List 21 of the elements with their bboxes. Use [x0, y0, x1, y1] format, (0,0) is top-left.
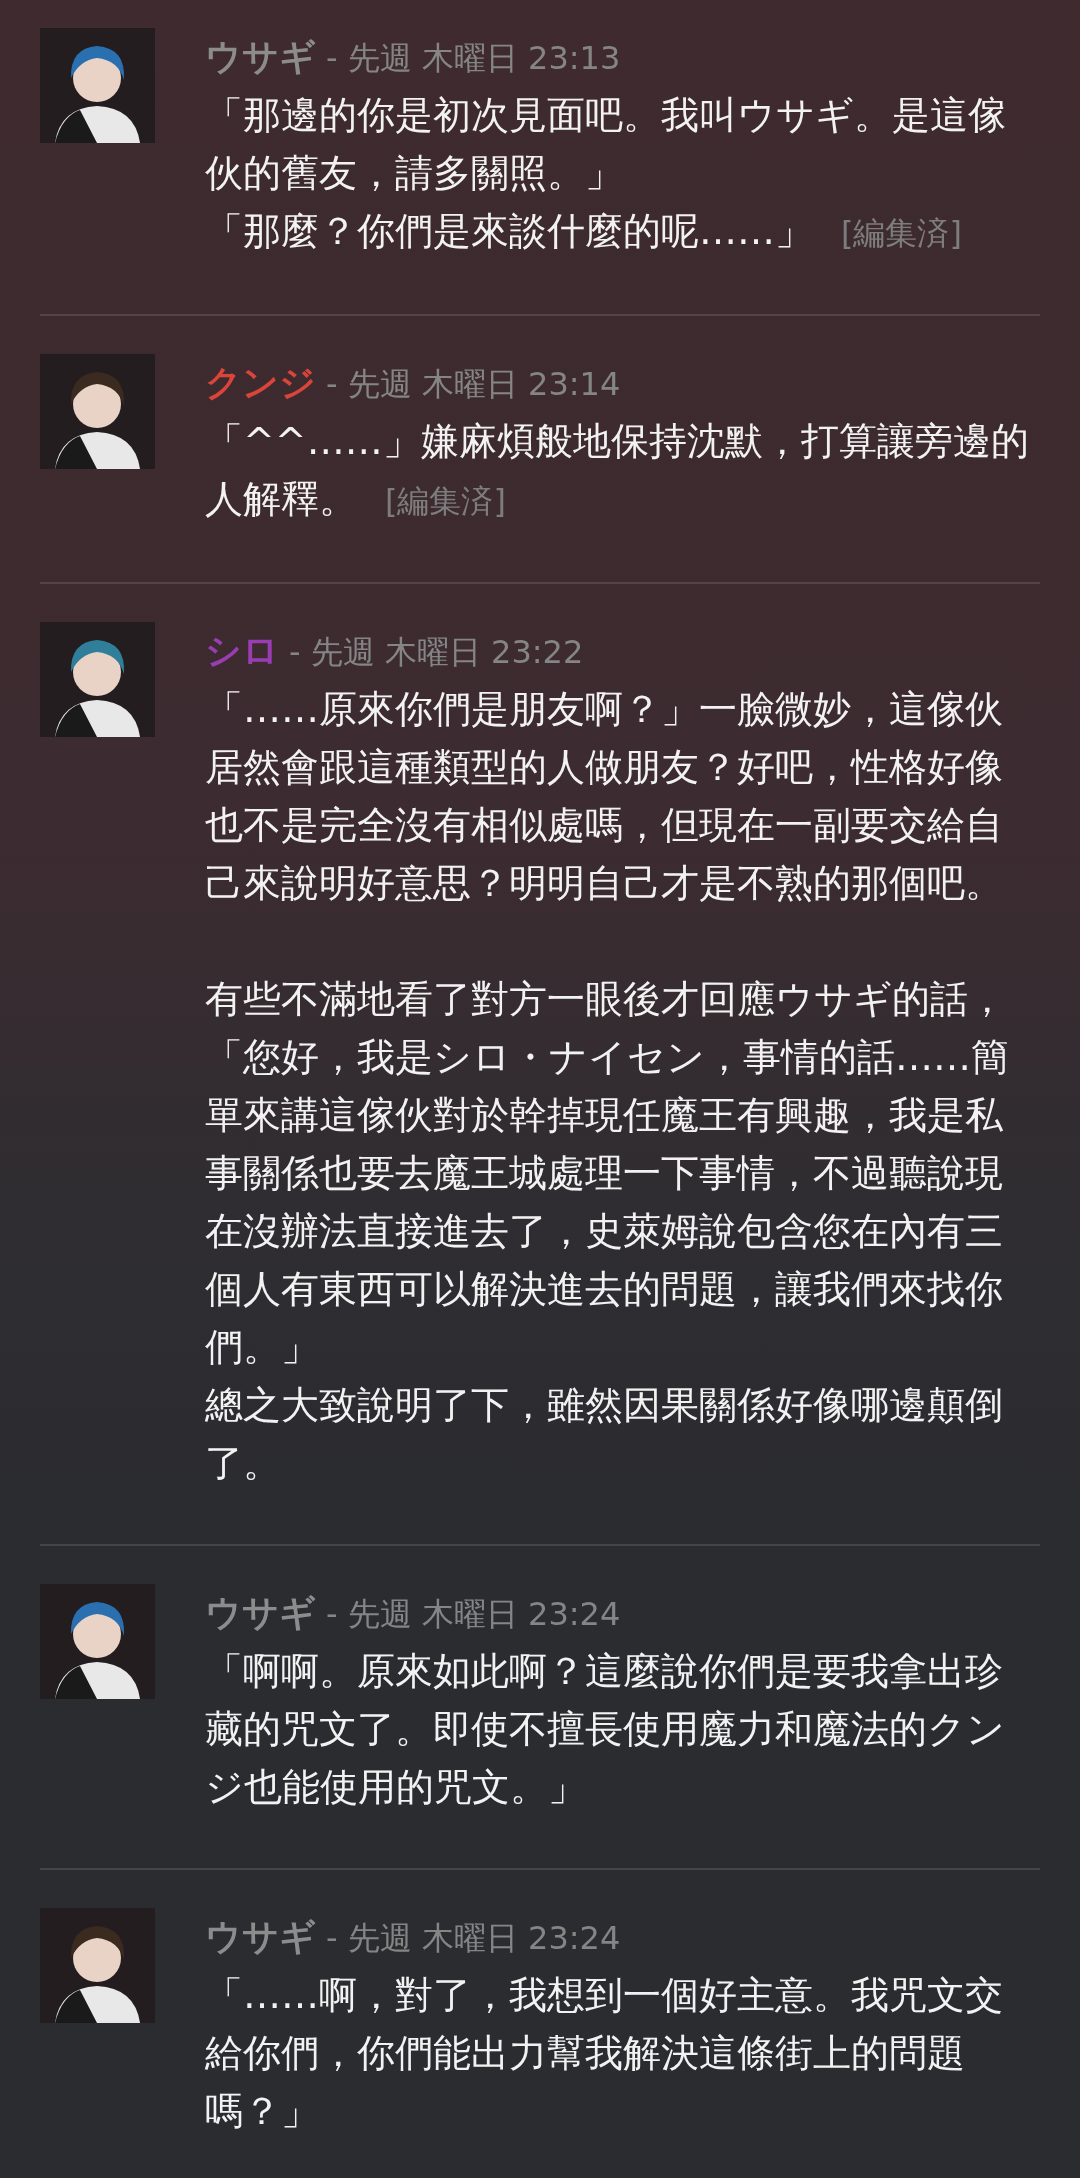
edited-label: [編集済] — [385, 482, 506, 520]
author-name: ウサギ — [205, 35, 316, 79]
timestamp: - 先週 木曜日 23:24 — [326, 1918, 621, 1959]
message-text: 「……啊，對了，我想到一個好主意。我咒文交給你們，你們能出力幫我解決這條街上的問題嗎？」 — [205, 1973, 1003, 2133]
timestamp: - 先週 木曜日 23:22 — [289, 632, 584, 673]
author-name: ウサギ — [205, 1915, 316, 1959]
timestamp: - 先週 木曜日 23:13 — [326, 38, 621, 79]
message-text: 總之大致說明了下，雖然因果關係好像哪邊顛倒了。 — [205, 1383, 1003, 1485]
message-text: 「那邊的你是初次見面吧。我叫ウサギ。是這傢伙的舊友，請多關照。」 — [205, 93, 1006, 195]
author-name: クンジ — [205, 361, 316, 405]
message-text: 「^^……」嫌麻煩般地保持沈默，打算讓旁邊的 — [205, 419, 1029, 463]
author-name: ウサギ — [205, 1591, 316, 1635]
author-name: シロ — [205, 629, 279, 673]
message-text: 「那麼？你們是來談什麼的呢……」 — [205, 209, 813, 253]
message-text: 有些不滿地看了對方一眼後才回應ウサギ的話，「您好，我是シロ・ナイセン，事情的話……簡單來講這傢伙對於幹掉現任魔王有興趣，我是私事關係也要去魔王城處理一下事情，不過聽說現在沒辦法直接進去了，史萊姆說包含您在內有三個人有東西可以解決進去的問題，讓我們來找你們。」 — [205, 977, 1009, 1369]
timestamp: - 先週 木曜日 23:14 — [326, 364, 621, 405]
timestamp: - 先週 木曜日 23:24 — [326, 1594, 621, 1635]
message-text: 「啊啊。原來如此啊？這麼說你們是要我拿出珍藏的咒文了。即使不擅長使用魔力和魔法的クンジ也能使用的咒文。」 — [205, 1649, 1005, 1809]
message-text: 「……原來你們是朋友啊？」一臉微妙，這傢伙居然會跟這種類型的人做朋友？好吧，性格好像也不是完全沒有相似處嗎，但現在一副要交給自己來說明好意思？明明自己才是不熟的那個吧。 — [205, 687, 1003, 905]
edited-label: [編集済] — [841, 214, 962, 252]
message-text: 人解釋。 — [205, 477, 357, 521]
